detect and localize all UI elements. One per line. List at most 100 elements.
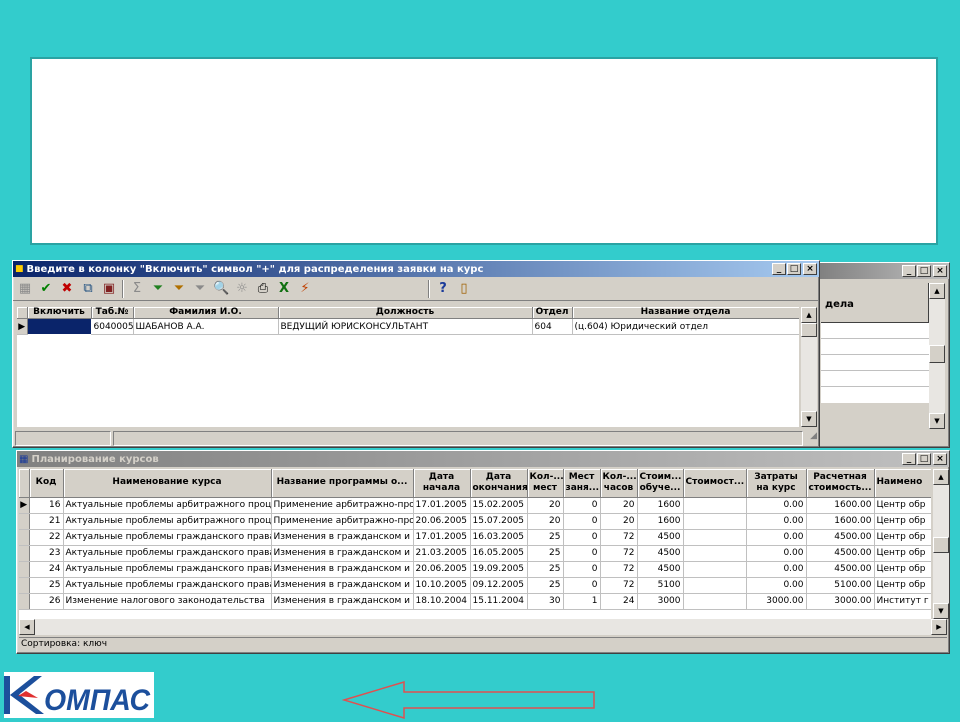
cell[interactable]: 1600.00 [806, 513, 875, 530]
cell[interactable]: 0 [563, 545, 601, 562]
cell[interactable]: 72 [600, 545, 638, 562]
cell[interactable]: 72 [600, 529, 638, 546]
scroll-right-icon[interactable]: ▶ [931, 619, 947, 635]
cell[interactable]: ШАБАНОВ А.А. [133, 318, 279, 335]
sum-icon[interactable]: Σ [129, 281, 145, 297]
cell[interactable]: Центр обр [874, 561, 931, 578]
col-estimated-cost[interactable]: Расчетная стоимость... [806, 469, 875, 498]
cell[interactable]: Актуальные проблемы гражданского права [63, 577, 272, 594]
course-planning-window[interactable]: ▦ Планирование курсов _ □ × Код Наименов… [16, 450, 950, 654]
cell[interactable]: Изменения в гражданском и [271, 529, 414, 546]
cell[interactable]: 1 [563, 593, 601, 610]
cell[interactable]: 24 [600, 593, 638, 610]
cell[interactable]: 72 [600, 577, 638, 594]
cell[interactable]: 0.00 [746, 529, 807, 546]
cell[interactable]: 5100.00 [806, 577, 875, 594]
cell[interactable]: 20 [600, 513, 638, 530]
assignment-dialog[interactable]: ■ Введите в колонку "Включить" символ "+… [12, 260, 820, 448]
cell[interactable]: 26 [29, 593, 64, 610]
cell[interactable]: 30 [527, 593, 564, 610]
cell[interactable]: 0.00 [746, 497, 807, 514]
cell[interactable]: 09.12.2005 [470, 577, 528, 594]
cell[interactable]: 10.10.2005 [413, 577, 471, 594]
background-window[interactable]: _ □ × дела ▲ ▼ [818, 262, 950, 448]
cell[interactable] [683, 513, 747, 530]
bulb-icon[interactable]: ☼ [234, 281, 250, 297]
col-tab-number[interactable]: Таб.№ [91, 307, 134, 319]
filter-edit-icon[interactable]: ⏷ [171, 281, 187, 297]
print-icon[interactable]: ⎙ [255, 281, 271, 297]
save-record-icon[interactable]: ▣ [101, 281, 117, 297]
cell[interactable]: 25 [527, 545, 564, 562]
scroll-thumb[interactable] [933, 537, 949, 553]
col-seats-taken[interactable]: Мест заня... [563, 469, 601, 498]
cell[interactable]: 604 [532, 318, 573, 335]
cell[interactable]: Центр обр [874, 513, 931, 530]
grid-icon[interactable]: ▦ [17, 281, 33, 297]
cell[interactable]: 24 [29, 561, 64, 578]
cell[interactable]: 20.06.2005 [413, 561, 471, 578]
cell[interactable]: 15.02.2005 [470, 497, 528, 514]
col-department-name[interactable]: Название отдела [572, 307, 799, 319]
scroll-down-icon[interactable]: ▼ [929, 413, 945, 429]
filter-icon[interactable]: ⏷ [150, 281, 166, 297]
cell[interactable]: Институт г [874, 593, 931, 610]
cell[interactable]: 19.09.2005 [470, 561, 528, 578]
cell[interactable]: 0 [563, 529, 601, 546]
cell[interactable]: 20 [527, 497, 564, 514]
col-program-name[interactable]: Название программы о... [271, 469, 414, 498]
minimize-button[interactable]: _ [902, 265, 916, 277]
cell[interactable] [683, 529, 747, 546]
minimize-button[interactable]: _ [772, 263, 786, 275]
cell[interactable] [683, 497, 747, 514]
cell[interactable]: 1600 [637, 497, 684, 514]
table-row[interactable]: 23 Актуальные проблемы гражданского права… [19, 545, 931, 562]
maximize-button[interactable]: □ [917, 453, 931, 465]
cell[interactable]: 0.00 [746, 513, 807, 530]
close-button[interactable]: × [803, 263, 817, 275]
cell[interactable]: Изменение налогового законодательства [63, 593, 272, 610]
cell[interactable]: 4500 [637, 545, 684, 562]
col-hours[interactable]: Кол-... часов [600, 469, 638, 498]
dialog-titlebar[interactable]: ■ Введите в колонку "Включить" символ "+… [13, 261, 819, 277]
col-full-name[interactable]: Фамилия И.О. [133, 307, 279, 319]
copy-record-icon[interactable]: ⧉ [80, 281, 96, 297]
cell[interactable]: 1600.00 [806, 497, 875, 514]
resize-grip-icon[interactable]: ◢ [803, 431, 817, 446]
cell[interactable]: 17.01.2005 [413, 529, 471, 546]
col-cost[interactable]: Стоимост... [683, 469, 747, 498]
cell[interactable]: Применение арбитражно-прог [271, 513, 414, 530]
cell[interactable]: 6040005 [91, 318, 134, 335]
cell[interactable]: 0.00 [746, 545, 807, 562]
cell[interactable] [683, 593, 747, 610]
cell[interactable]: 0 [563, 513, 601, 530]
help-icon[interactable]: ? [435, 281, 451, 297]
col-course-expense[interactable]: Затраты на курс [746, 469, 807, 498]
dialog-vscroll[interactable]: ▲ ▼ [801, 307, 817, 427]
col-course-name[interactable]: Наименование курса [63, 469, 272, 498]
cell[interactable]: 15.07.2005 [470, 513, 528, 530]
exit-icon[interactable]: ▯ [456, 281, 472, 297]
check-icon[interactable]: ✔ [38, 281, 54, 297]
table-row[interactable]: ▶ 6040005 ШАБАНОВ А.А. ВЕДУЩИЙ ЮРИСКОНСУ… [17, 318, 799, 335]
cell[interactable]: 3000.00 [746, 593, 807, 610]
cell[interactable]: 20 [600, 497, 638, 514]
scroll-thumb[interactable] [801, 323, 817, 337]
scroll-up-icon[interactable]: ▲ [801, 307, 817, 323]
cell[interactable]: 21 [29, 513, 64, 530]
table-row[interactable]: 25 Актуальные проблемы гражданского права… [19, 577, 931, 594]
table-row[interactable]: ▶ 16 Актуальные проблемы арбитражного проц… [19, 497, 931, 514]
cell[interactable]: 4500.00 [806, 561, 875, 578]
maximize-button[interactable]: □ [787, 263, 801, 275]
cell[interactable]: 0 [563, 561, 601, 578]
preview-icon[interactable]: 🔍 [213, 281, 229, 297]
scroll-down-icon[interactable]: ▼ [933, 603, 949, 619]
cell[interactable]: 25 [527, 561, 564, 578]
cell[interactable]: 21.03.2005 [413, 545, 471, 562]
cell[interactable]: 0 [563, 577, 601, 594]
col-training-cost[interactable]: Стоим... обуче... [637, 469, 684, 498]
courses-vscroll[interactable]: ▲ ▼ [933, 469, 949, 619]
cell[interactable]: Центр обр [874, 497, 931, 514]
cell[interactable]: Изменения в гражданском и [271, 545, 414, 562]
cell[interactable]: 20 [527, 513, 564, 530]
